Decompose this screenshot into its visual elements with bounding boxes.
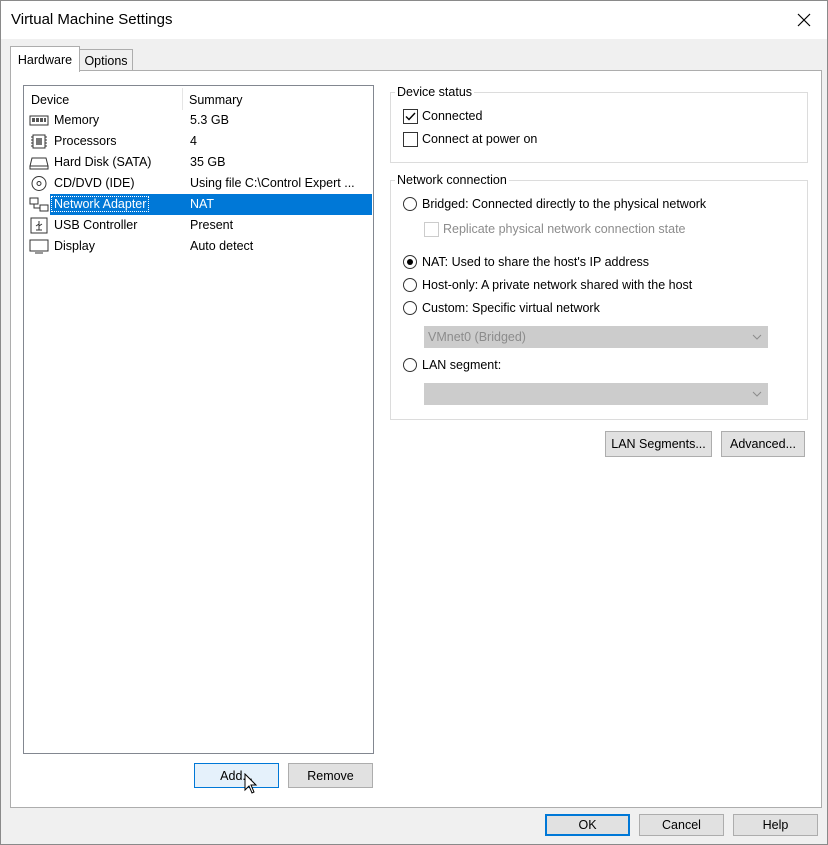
host-only-label[interactable]: Host-only: A private network shared with… [422,278,692,292]
chevron-down-icon [752,334,762,340]
device-summary: 5.3 GB [190,113,229,127]
device-summary: 35 GB [190,155,226,169]
close-icon [797,13,811,27]
ok-button[interactable]: OK [545,814,630,836]
bridged-label[interactable]: Bridged: Connected directly to the physi… [422,197,706,211]
tab-hardware-label: Hardware [17,52,73,67]
cd-dvd-icon [31,176,47,191]
device-summary: 4 [190,134,197,148]
processor-icon [31,134,47,149]
device-row-memory[interactable]: Memory 5.3 GB [28,110,372,131]
tab-options-label: Options [84,53,128,68]
device-summary: Auto detect [190,239,254,253]
checkmark-icon [405,112,416,121]
mouse-cursor-icon [244,773,258,794]
device-list[interactable]: Device Summary Memory 5.3 GB Processors … [23,85,374,754]
hard-disk-icon [29,157,49,170]
cancel-button[interactable]: Cancel [639,814,724,836]
window-title: Virtual Machine Settings [11,11,173,28]
lan-segments-button[interactable]: LAN Segments... [605,431,712,457]
remove-button[interactable]: Remove [288,763,373,788]
device-row-network-adapter[interactable]: Network Adapter NAT [28,194,372,215]
nat-radio[interactable] [403,255,417,269]
lan-segment-label[interactable]: LAN segment: [422,358,501,372]
device-name: CD/DVD (IDE) [54,176,135,190]
connect-at-power-on-label[interactable]: Connect at power on [422,132,537,146]
device-row-hard-disk[interactable]: Hard Disk (SATA) 35 GB [28,152,372,173]
close-button[interactable] [781,1,827,39]
nat-label[interactable]: NAT: Used to share the host's IP address [422,255,649,269]
custom-network-select-value: VMnet0 (Bridged) [428,330,526,344]
tab-hardware[interactable]: Hardware [10,46,80,72]
device-summary: NAT [190,197,215,211]
add-button[interactable]: Add... [194,763,279,788]
bridged-radio[interactable] [403,197,417,211]
advanced-button[interactable]: Advanced... [721,431,805,457]
display-icon [29,239,49,254]
device-row-usb-controller[interactable]: USB Controller Present [28,215,372,236]
custom-network-select[interactable]: VMnet0 (Bridged) [424,326,768,348]
device-name: Network Adapter [50,196,150,212]
device-row-display[interactable]: Display Auto detect [28,236,372,257]
network-connection-title: Network connection [395,173,509,187]
help-button[interactable]: Help [733,814,818,836]
lan-segment-select[interactable] [424,383,768,405]
device-name: Processors [54,134,117,148]
device-summary: Using file C:\Control Expert ... [190,176,355,190]
device-status-title: Device status [395,85,475,99]
replicate-state-label[interactable]: Replicate physical network connection st… [443,222,686,236]
lan-segment-radio[interactable] [403,358,417,372]
network-adapter-icon [29,197,49,212]
device-name: Memory [54,113,100,127]
connect-at-power-on-checkbox[interactable] [403,132,418,147]
device-status-group [390,92,808,163]
column-header-summary[interactable]: Summary [189,93,242,107]
device-row-cd-dvd[interactable]: CD/DVD (IDE) Using file C:\Control Exper… [28,173,372,194]
device-name: Display [54,239,95,253]
connected-checkbox[interactable] [403,109,418,124]
column-header-device[interactable]: Device [31,93,69,107]
custom-radio[interactable] [403,301,417,315]
host-only-radio[interactable] [403,278,417,292]
title-bar: Virtual Machine Settings [1,1,827,39]
device-summary: Present [190,218,234,232]
usb-controller-icon [30,217,48,234]
chevron-down-icon [752,391,762,397]
memory-icon [29,115,49,126]
device-name: USB Controller [54,218,138,232]
connected-label[interactable]: Connected [422,109,482,123]
replicate-state-checkbox[interactable] [424,222,439,237]
device-row-processors[interactable]: Processors 4 [28,131,372,152]
dialog-window: Virtual Machine Settings Hardware Option… [0,0,828,845]
tab-options[interactable]: Options [79,49,133,71]
device-name: Hard Disk (SATA) [54,155,152,169]
custom-label[interactable]: Custom: Specific virtual network [422,301,600,315]
column-separator[interactable] [182,88,183,110]
